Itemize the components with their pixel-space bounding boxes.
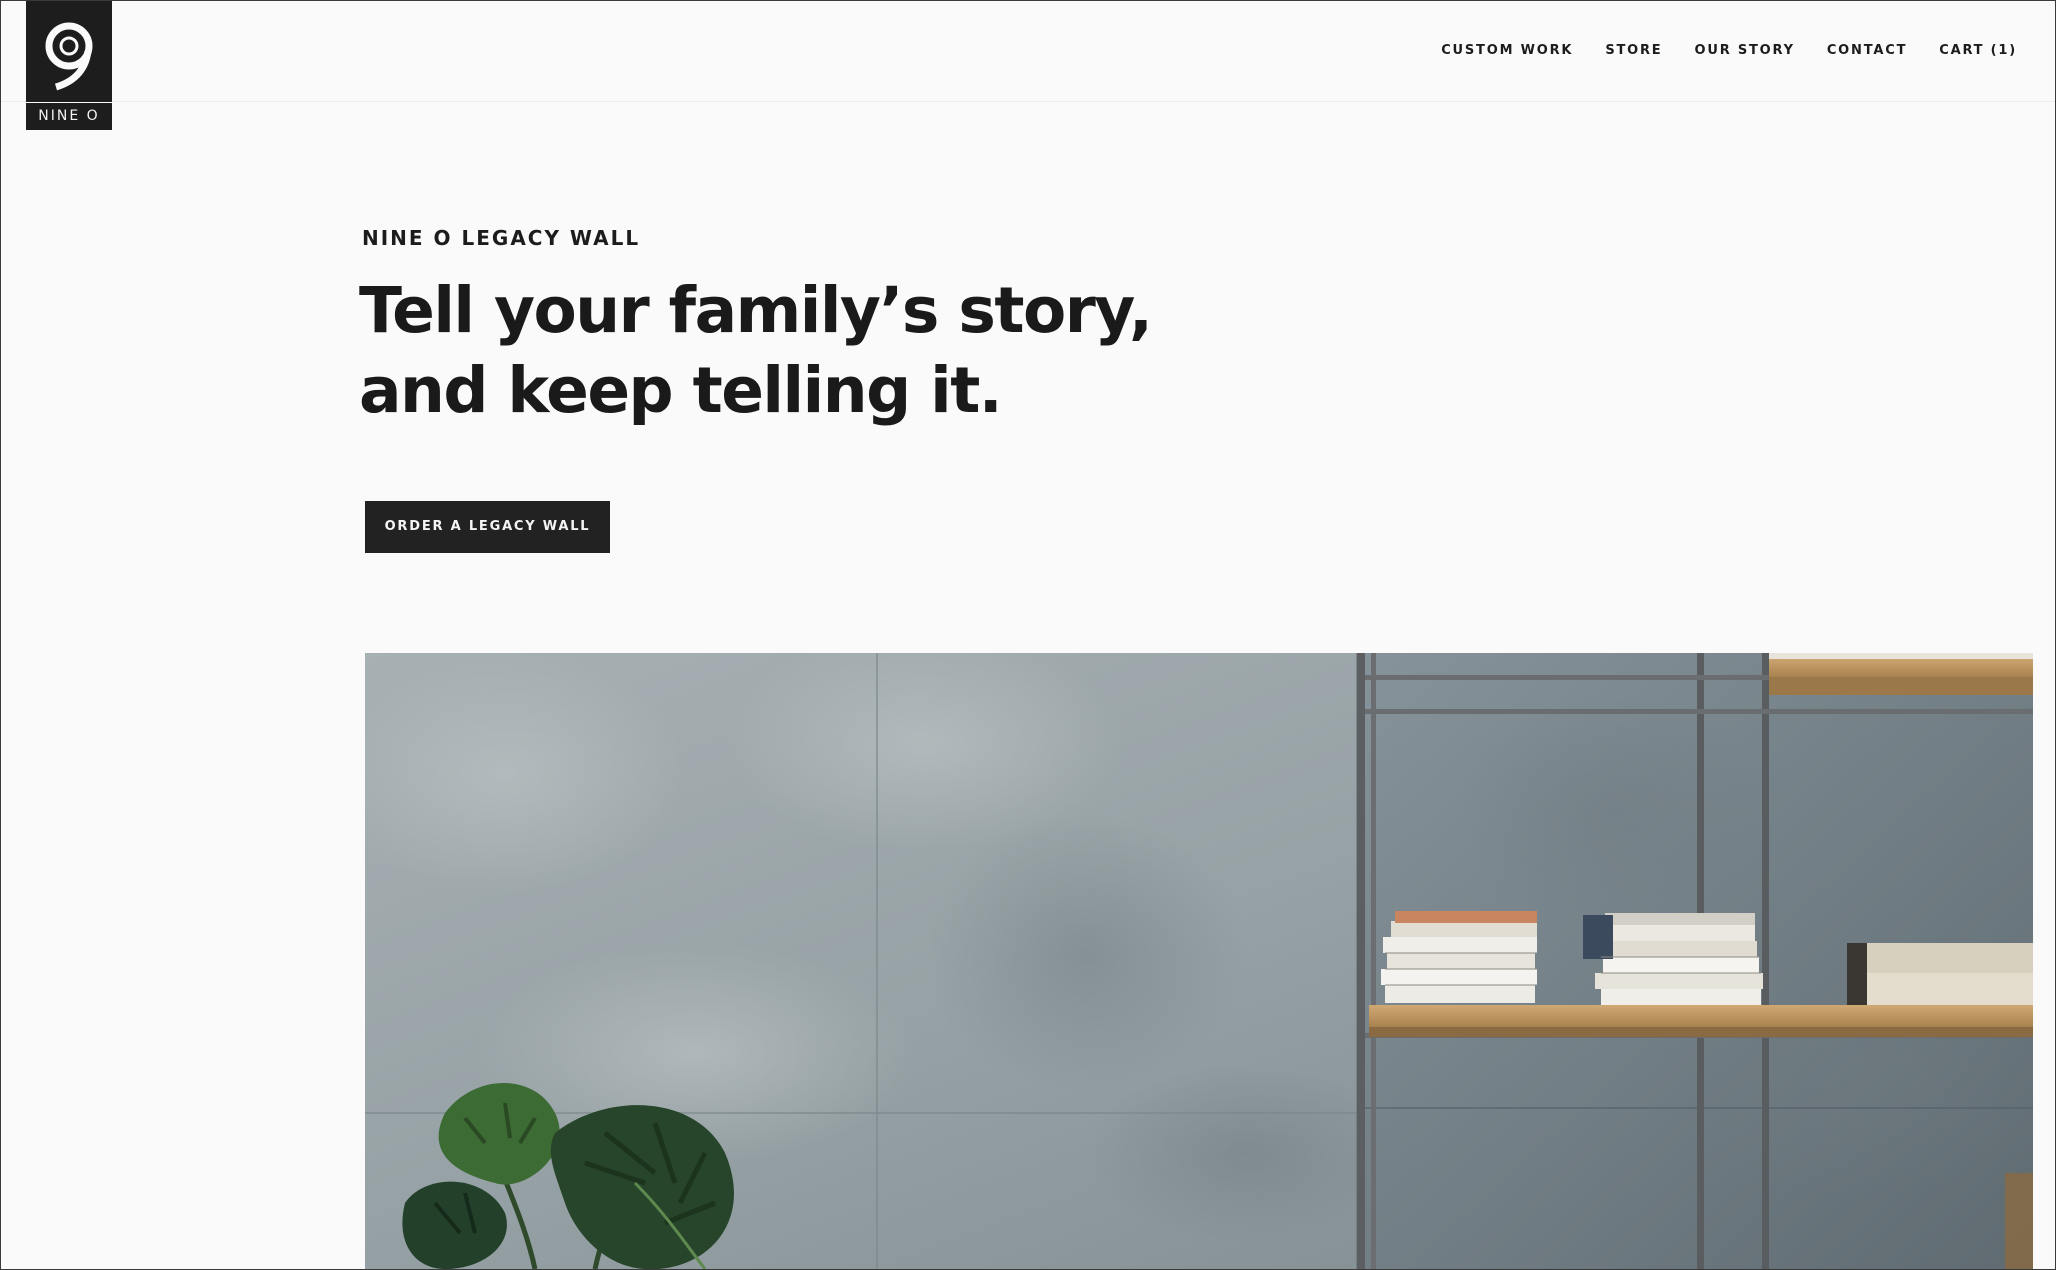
nav-item-store[interactable]: STORE [1605,41,1662,61]
logo-text: NINE O [38,108,100,124]
hero-image [365,653,2033,1269]
hero-headline-line-2: and keep telling it. [359,354,1003,427]
nav-item-cart[interactable]: CART (1) [1939,41,2017,61]
concrete-wall-shelf-plant-photo [365,653,2033,1269]
hero-eyebrow: NINE O LEGACY WALL [362,226,641,250]
logo-divider [26,102,112,103]
nav-item-contact[interactable]: CONTACT [1827,41,1907,61]
book-stack-2 [1583,913,1763,1005]
site-header: NINE O CUSTOM WORK STORE OUR STORY CONTA… [1,1,2055,130]
nav-item-our-story[interactable]: OUR STORY [1695,41,1795,61]
nav-item-custom-work[interactable]: CUSTOM WORK [1441,41,1573,61]
main-nav: CUSTOM WORK STORE OUR STORY CONTACT CART… [1409,41,2017,61]
book-stack-3 [1847,943,2033,1005]
nine-numeral-logo-icon [45,22,93,91]
logo[interactable]: NINE O [26,1,112,130]
hero-headline-line-1: Tell your family’s story, [359,274,1153,347]
hero-headline: Tell your family’s story, and keep telli… [359,271,1259,431]
book-stack-1 [1381,911,1537,1003]
order-legacy-wall-button[interactable]: ORDER A LEGACY WALL [365,501,610,553]
